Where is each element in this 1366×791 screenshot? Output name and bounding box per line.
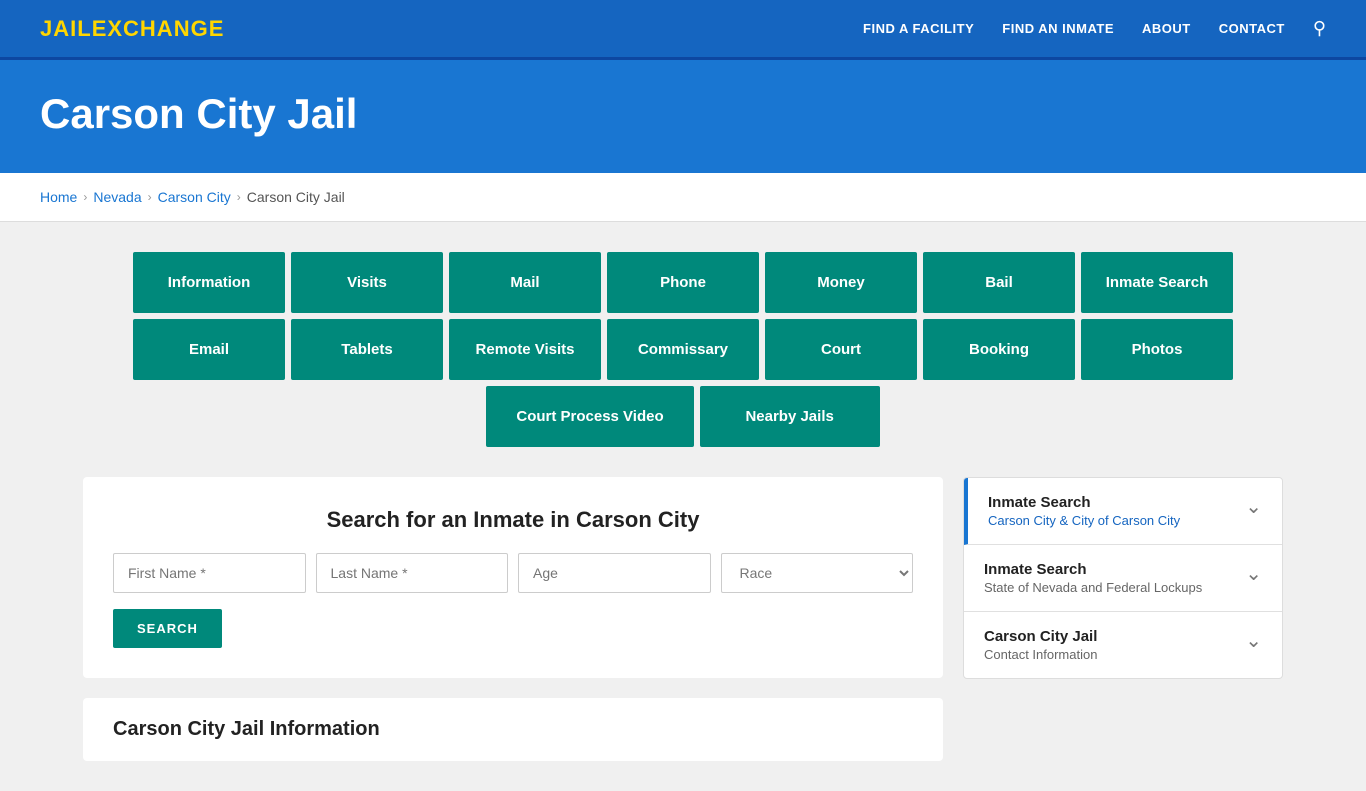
nav-find-facility[interactable]: FIND A FACILITY xyxy=(863,21,974,36)
breadcrumb-current: Carson City Jail xyxy=(247,189,345,205)
chevron-down-icon-1: ⌄ xyxy=(1245,494,1262,519)
btn-remote-visits[interactable]: Remote Visits xyxy=(449,319,601,380)
sidebar-item-content-1: Inmate Search Carson City & City of Cars… xyxy=(988,494,1180,528)
sidebar-item-contact-info[interactable]: Carson City Jail Contact Information ⌄ xyxy=(964,612,1282,678)
btn-phone[interactable]: Phone xyxy=(607,252,759,313)
sidebar-item-content-3: Carson City Jail Contact Information xyxy=(984,628,1097,662)
last-name-input[interactable] xyxy=(316,553,509,593)
hero-section: Carson City Jail xyxy=(0,60,1366,173)
first-name-input[interactable] xyxy=(113,553,306,593)
breadcrumb-sep-2: › xyxy=(148,190,152,204)
search-icon[interactable]: ⚲ xyxy=(1313,18,1326,39)
sidebar-item-content-2: Inmate Search State of Nevada and Federa… xyxy=(984,561,1202,595)
sidebar-item-subtitle-3: Contact Information xyxy=(984,647,1097,662)
chevron-down-icon-3: ⌄ xyxy=(1245,628,1262,653)
search-fields: Race White Black Hispanic Asian Other xyxy=(113,553,913,593)
breadcrumb-bar: Home › Nevada › Carson City › Carson Cit… xyxy=(0,173,1366,222)
chevron-down-icon-2: ⌄ xyxy=(1245,561,1262,586)
sidebar-item-title-1: Inmate Search xyxy=(988,494,1180,511)
sidebar-card: Inmate Search Carson City & City of Cars… xyxy=(963,477,1283,679)
breadcrumb-carson-city[interactable]: Carson City xyxy=(158,189,231,205)
sidebar-item-inmate-search-carson[interactable]: Inmate Search Carson City & City of Cars… xyxy=(964,478,1282,545)
info-title: Carson City Jail Information xyxy=(113,718,913,741)
navbar-links: FIND A FACILITY FIND AN INMATE ABOUT CON… xyxy=(863,18,1326,39)
btn-commissary[interactable]: Commissary xyxy=(607,319,759,380)
search-card: Search for an Inmate in Carson City Race… xyxy=(83,477,943,678)
site-logo[interactable]: JAILEXCHANGE xyxy=(40,16,224,42)
breadcrumb-nevada[interactable]: Nevada xyxy=(93,189,141,205)
nav-button-row3: Court Process Video Nearby Jails xyxy=(133,386,1233,447)
sidebar-item-title-2: Inmate Search xyxy=(984,561,1202,578)
race-select[interactable]: Race White Black Hispanic Asian Other xyxy=(721,553,914,593)
sidebar-item-inmate-search-nevada[interactable]: Inmate Search State of Nevada and Federa… xyxy=(964,545,1282,612)
breadcrumb-sep-3: › xyxy=(237,190,241,204)
btn-visits[interactable]: Visits xyxy=(291,252,443,313)
logo-jail: JAIL xyxy=(40,16,92,41)
sidebar-item-subtitle-2: State of Nevada and Federal Lockups xyxy=(984,580,1202,595)
btn-court[interactable]: Court xyxy=(765,319,917,380)
breadcrumb-sep-1: › xyxy=(83,190,87,204)
btn-mail[interactable]: Mail xyxy=(449,252,601,313)
btn-tablets[interactable]: Tablets xyxy=(291,319,443,380)
breadcrumb: Home › Nevada › Carson City › Carson Cit… xyxy=(40,189,1326,205)
btn-nearby-jails[interactable]: Nearby Jails xyxy=(700,386,880,447)
sidebar-item-title-3: Carson City Jail xyxy=(984,628,1097,645)
nav-contact[interactable]: CONTACT xyxy=(1219,21,1285,36)
btn-inmate-search[interactable]: Inmate Search xyxy=(1081,252,1233,313)
search-title: Search for an Inmate in Carson City xyxy=(113,507,913,533)
main-area: Information Visits Mail Phone Money Bail… xyxy=(0,222,1366,791)
page-title: Carson City Jail xyxy=(40,90,1326,138)
navbar: JAILEXCHANGE FIND A FACILITY FIND AN INM… xyxy=(0,0,1366,60)
age-input[interactable] xyxy=(518,553,711,593)
btn-email[interactable]: Email xyxy=(133,319,285,380)
btn-bail[interactable]: Bail xyxy=(923,252,1075,313)
left-column: Search for an Inmate in Carson City Race… xyxy=(83,477,943,761)
info-section: Carson City Jail Information xyxy=(83,698,943,761)
sidebar-item-subtitle-1: Carson City & City of Carson City xyxy=(988,513,1180,528)
nav-button-row1: Information Visits Mail Phone Money Bail… xyxy=(133,252,1233,313)
btn-booking[interactable]: Booking xyxy=(923,319,1075,380)
btn-information[interactable]: Information xyxy=(133,252,285,313)
search-button[interactable]: SEARCH xyxy=(113,609,222,648)
nav-about[interactable]: ABOUT xyxy=(1142,21,1191,36)
nav-find-inmate[interactable]: FIND AN INMATE xyxy=(1002,21,1114,36)
nav-button-row2: Email Tablets Remote Visits Commissary C… xyxy=(133,319,1233,380)
breadcrumb-home[interactable]: Home xyxy=(40,189,77,205)
btn-money[interactable]: Money xyxy=(765,252,917,313)
logo-exchange: EXCHANGE xyxy=(92,16,225,41)
content-row: Search for an Inmate in Carson City Race… xyxy=(83,477,1283,761)
btn-court-process-video[interactable]: Court Process Video xyxy=(486,386,693,447)
sidebar: Inmate Search Carson City & City of Cars… xyxy=(963,477,1283,679)
btn-photos[interactable]: Photos xyxy=(1081,319,1233,380)
